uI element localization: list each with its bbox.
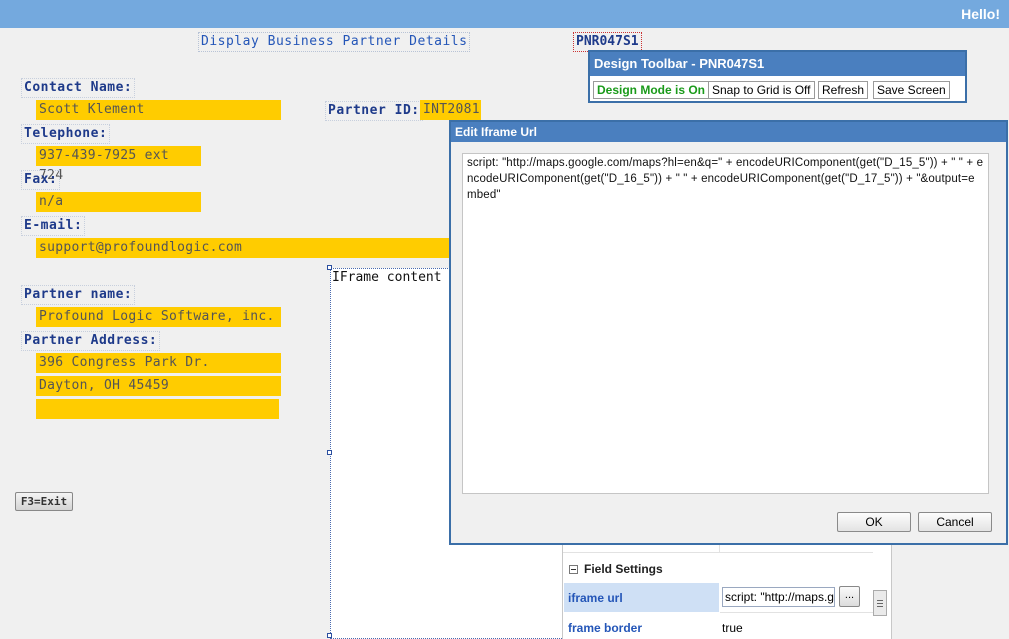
property-value-iframe-url[interactable]: script: "http://maps.g ... <box>720 583 873 613</box>
cancel-button[interactable]: Cancel <box>918 512 992 532</box>
ok-button[interactable]: OK <box>837 512 911 532</box>
telephone-field[interactable]: 937-439-7925 ext 724 <box>36 146 201 183</box>
exit-button[interactable]: F3=Exit <box>15 492 73 511</box>
property-value-frame-border[interactable]: true <box>720 614 873 639</box>
resize-handle-top-left[interactable] <box>327 265 332 270</box>
minus-glyph <box>571 569 576 570</box>
email-label[interactable]: E-mail: <box>21 216 86 236</box>
snap-to-grid-button[interactable]: Snap to Grid is Off <box>708 81 815 99</box>
resize-handle-middle-left[interactable] <box>327 450 332 455</box>
property-name-text: frame border <box>568 621 643 635</box>
partner-name-label[interactable]: Partner name: <box>21 285 136 305</box>
design-mode-button[interactable]: Design Mode is On <box>593 81 710 99</box>
top-bar <box>0 0 1009 28</box>
iframe-content-label: IFrame content <box>332 270 442 285</box>
page-title[interactable]: Display Business Partner Details <box>198 32 471 52</box>
property-value-text: true <box>722 621 743 635</box>
grip-line <box>877 606 883 607</box>
grip-line <box>877 603 883 604</box>
address-line3-field[interactable] <box>36 399 279 419</box>
property-name-frame-border[interactable]: frame border <box>564 614 719 639</box>
iframe-url-textarea[interactable]: script: "http://maps.google.com/maps?hl=… <box>462 153 989 494</box>
partner-id-field[interactable]: INT2081 <box>420 100 481 120</box>
resize-handle-bottom-left[interactable] <box>327 633 332 638</box>
edit-iframe-url-dialog: Edit Iframe Url script: "http://maps.goo… <box>449 120 1008 545</box>
property-name-iframe-url[interactable]: iframe url <box>564 583 719 612</box>
address-line2-field[interactable]: Dayton, OH 45459 <box>36 376 281 396</box>
dialog-title[interactable]: Edit Iframe Url <box>451 122 1006 142</box>
telephone-label[interactable]: Telephone: <box>21 124 111 144</box>
section-label: Field Settings <box>584 562 663 576</box>
fax-label[interactable]: Fax: <box>21 170 61 190</box>
fax-field[interactable]: n/a <box>36 192 201 212</box>
refresh-button[interactable]: Refresh <box>818 81 869 99</box>
partner-id-label[interactable]: Partner ID: <box>325 101 423 121</box>
email-field[interactable]: support@profoundlogic.com <box>36 238 452 258</box>
field-settings-section[interactable]: Field Settings <box>563 557 873 582</box>
collapse-icon[interactable] <box>569 565 578 574</box>
grip-line <box>877 600 883 601</box>
design-toolbar-title[interactable]: Design Toolbar - PNR047S1 <box>590 52 965 76</box>
partner-name-field[interactable]: Profound Logic Software, inc. <box>36 307 281 327</box>
save-screen-button[interactable]: Save Screen <box>873 81 950 99</box>
design-toolbar: Design Toolbar - PNR047S1 Design Mode is… <box>588 50 967 103</box>
iframe-url-input[interactable]: script: "http://maps.g <box>722 587 835 607</box>
record-format-name[interactable]: PNR047S1 <box>573 32 642 52</box>
property-name-text: iframe url <box>568 591 623 605</box>
partner-address-label[interactable]: Partner Address: <box>21 331 161 351</box>
contact-name-field[interactable]: Scott Klement <box>36 100 281 120</box>
contact-name-label[interactable]: Contact Name: <box>21 78 136 98</box>
greeting-text: Hello! <box>961 6 1000 22</box>
properties-scrollbar-thumb[interactable] <box>873 590 887 616</box>
browse-button[interactable]: ... <box>839 586 860 607</box>
address-line1-field[interactable]: 396 Congress Park Dr. <box>36 353 281 373</box>
properties-panel: Field Settings iframe url script: "http:… <box>562 530 892 639</box>
